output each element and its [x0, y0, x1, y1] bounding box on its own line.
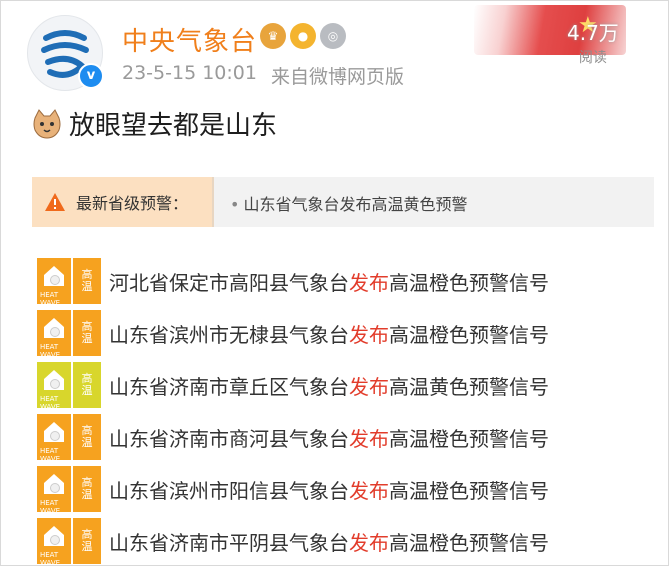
warning-row[interactable]: HEAT WAVE 高温山东省济南市平阴县气象台发布高温橙色预警信号 — [37, 515, 657, 567]
fan-icon[interactable]: ● — [290, 23, 316, 49]
warning-prefix: 山东省济南市章丘区气象台 — [109, 374, 349, 399]
warning-suffix: 高温橙色预警信号 — [389, 478, 549, 503]
alert-divider — [212, 177, 214, 227]
heat-warning-icon: HEAT WAVE 高温 — [37, 414, 101, 463]
cat-emoji-icon — [33, 108, 61, 139]
heat-icon-right: 高温 — [73, 466, 101, 512]
heat-icon-left: HEAT WAVE — [37, 362, 71, 411]
heat-icon-right: 高温 — [73, 518, 101, 564]
heat-icon-left: HEAT WAVE — [37, 414, 71, 463]
warning-verb: 发布 — [349, 374, 389, 399]
heat-caption: HEAT WAVE — [40, 551, 61, 567]
alert-head: 最新省级预警： — [32, 177, 212, 227]
medal-icon[interactable]: ♛ — [260, 23, 286, 49]
heat-caption: HEAT WAVE — [40, 291, 61, 307]
warning-prefix: 山东省济南市平阴县气象台 — [109, 530, 349, 555]
heat-label-bottom: 温 — [81, 384, 93, 397]
warning-suffix: 高温橙色预警信号 — [389, 426, 549, 451]
heat-icon-left: HEAT WAVE — [37, 258, 71, 307]
warning-verb: 发布 — [349, 478, 389, 503]
warning-prefix: 河北省保定市高阳县气象台 — [109, 270, 349, 295]
warning-verb: 发布 — [349, 530, 389, 555]
warning-text: 山东省滨州市无棣县气象台发布高温橙色预警信号 — [109, 319, 549, 348]
warning-suffix: 高温橙色预警信号 — [389, 270, 549, 295]
heat-caption: HEAT WAVE — [40, 499, 61, 515]
warning-text: 山东省济南市商河县气象台发布高温橙色预警信号 — [109, 423, 549, 452]
warning-verb: 发布 — [349, 322, 389, 347]
post-source[interactable]: 来自微博网页版 — [271, 62, 404, 89]
warning-prefix: 山东省滨州市无棣县气象台 — [109, 322, 349, 347]
warning-suffix: 高温黄色预警信号 — [389, 374, 549, 399]
heat-caption: HEAT WAVE — [40, 447, 61, 463]
heat-warning-icon: HEAT WAVE 高温 — [37, 518, 101, 567]
heat-icon-left: HEAT WAVE — [37, 518, 71, 567]
heat-warning-icon: HEAT WAVE 高温 — [37, 466, 101, 515]
read-count-number: 4.7万 — [567, 21, 619, 45]
sun-icon — [50, 535, 60, 545]
heat-caption: HEAT WAVE — [40, 343, 61, 359]
alert-title: 最新省级预警： — [76, 194, 189, 213]
warning-suffix: 高温橙色预警信号 — [389, 322, 549, 347]
warning-row[interactable]: HEAT WAVE 高温山东省滨州市阳信县气象台发布高温橙色预警信号 — [37, 463, 657, 515]
read-count-label: 阅读 — [578, 50, 607, 66]
heat-warning-icon: HEAT WAVE 高温 — [37, 362, 101, 411]
heat-icon-right: 高温 — [73, 362, 101, 408]
heat-warning-icon: HEAT WAVE 高温 — [37, 310, 101, 359]
warning-row[interactable]: HEAT WAVE 高温山东省济南市商河县气象台发布高温橙色预警信号 — [37, 411, 657, 463]
warning-text: 河北省保定市高阳县气象台发布高温橙色预警信号 — [109, 267, 549, 296]
heat-label-bottom: 温 — [81, 332, 93, 345]
heat-label-bottom: 温 — [81, 280, 93, 293]
warning-icon — [45, 193, 65, 211]
alert-bar[interactable]: 最新省级预警： 山东省气象台发布高温黄色预警 — [32, 177, 654, 227]
heat-icon-right: 高温 — [73, 258, 101, 304]
heat-icon-right: 高温 — [73, 414, 101, 460]
warning-verb: 发布 — [349, 426, 389, 451]
heat-label-bottom: 温 — [81, 436, 93, 449]
warning-row[interactable]: HEAT WAVE 高温山东省济南市章丘区气象台发布高温黄色预警信号 — [37, 359, 657, 411]
alert-text[interactable]: 山东省气象台发布高温黄色预警 — [230, 191, 467, 215]
sun-icon — [50, 327, 60, 337]
heat-warning-icon: HEAT WAVE 高温 — [37, 258, 101, 307]
post-meta: 23-5-15 10:01 来自微博网页版 — [122, 62, 404, 89]
verified-badge: v — [78, 63, 104, 89]
warning-prefix: 山东省滨州市阳信县气象台 — [109, 478, 349, 503]
badge-group: ♛ ● ◎ — [260, 23, 346, 49]
warning-text: 山东省济南市章丘区气象台发布高温黄色预警信号 — [109, 371, 549, 400]
level-icon[interactable]: ◎ — [320, 23, 346, 49]
heat-caption: HEAT WAVE — [40, 395, 61, 411]
post-date: 23-5-15 10:01 — [122, 62, 257, 84]
warning-list: HEAT WAVE 高温河北省保定市高阳县气象台发布高温橙色预警信号 HEAT WA… — [37, 255, 657, 567]
sun-icon — [50, 431, 60, 441]
heat-icon-left: HEAT WAVE — [37, 310, 71, 359]
heat-icon-right: 高温 — [73, 310, 101, 356]
warning-suffix: 高温橙色预警信号 — [389, 530, 549, 555]
warning-text: 山东省滨州市阳信县气象台发布高温橙色预警信号 — [109, 475, 549, 504]
sun-icon — [50, 379, 60, 389]
read-count: 4.7万 阅读 — [567, 23, 619, 67]
heat-label-bottom: 温 — [81, 540, 93, 553]
warning-row[interactable]: HEAT WAVE 高温山东省滨州市无棣县气象台发布高温橙色预警信号 — [37, 307, 657, 359]
heat-icon-left: HEAT WAVE — [37, 466, 71, 515]
post-body: 放眼望去都是山东 — [31, 105, 277, 142]
heat-label-bottom: 温 — [81, 488, 93, 501]
sun-icon — [50, 275, 60, 285]
post-text: 放眼望去都是山东 — [69, 111, 278, 141]
warning-verb: 发布 — [349, 270, 389, 295]
warning-row[interactable]: HEAT WAVE 高温河北省保定市高阳县气象台发布高温橙色预警信号 — [37, 255, 657, 307]
warning-prefix: 山东省济南市商河县气象台 — [109, 426, 349, 451]
sun-icon — [50, 483, 60, 493]
account-name[interactable]: 中央气象台 — [122, 21, 257, 58]
warning-text: 山东省济南市平阴县气象台发布高温橙色预警信号 — [109, 527, 549, 556]
post-card: v 中央气象台 ♛ ● ◎ 23-5-15 10:01 来自微博网页版 ★ 4.… — [0, 0, 669, 567]
